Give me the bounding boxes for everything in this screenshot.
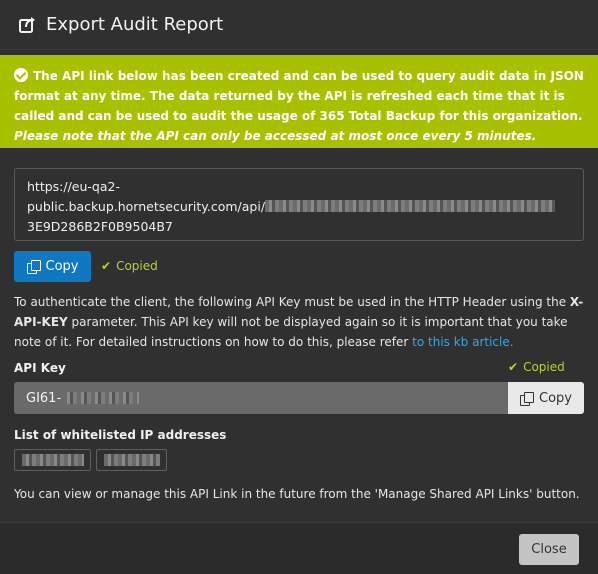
redacted-ip-block — [103, 454, 160, 466]
share-export-icon — [19, 16, 35, 33]
copy-api-link-label: Copy — [45, 259, 79, 274]
copy-icon — [520, 391, 534, 406]
redacted-key-block — [63, 392, 140, 404]
checkmark-icon: ✔ — [101, 259, 112, 273]
api-link-line-2-prefix: public.backup.hornetsecurity.com/api/ — [27, 199, 266, 214]
checkmark-icon: ✔ — [508, 360, 519, 374]
success-alert: The API link below has been created and … — [0, 55, 598, 148]
redacted-token-block — [265, 200, 556, 212]
alert-text-italic: Please note that the API can only be acc… — [14, 129, 537, 143]
whitelist-label: List of whitelisted IP addresses — [14, 428, 227, 442]
ip-address-tag — [96, 449, 167, 471]
api-key-copied-indicator: ✔ Copied — [508, 360, 565, 374]
api-link-line-3: 3E9D286B2F0B9504B7 — [27, 219, 173, 234]
api-key-copied-label: Copied — [523, 360, 565, 374]
dialog-header: Export Audit Report — [0, 0, 598, 50]
copy-api-link-button[interactable]: Copy — [14, 251, 91, 282]
kb-article-link[interactable]: to this kb article. — [412, 335, 513, 349]
copy-icon — [26, 260, 41, 274]
alert-text-bold: The API link below has been created and … — [14, 69, 584, 123]
close-button[interactable]: Close — [519, 534, 579, 565]
dialog-title: Export Audit Report — [46, 14, 224, 35]
api-link-copied-label: Copied — [116, 259, 158, 273]
api-link-line-1: https://eu-qa2- — [27, 179, 120, 194]
copy-api-key-label: Copy — [539, 390, 572, 406]
export-audit-report-dialog: Export Audit Report The API link below h… — [0, 0, 598, 574]
authentication-instructions: To authenticate the client, the followin… — [14, 292, 584, 352]
redacted-ip-block — [21, 454, 84, 466]
alert-text: The API link below has been created and … — [14, 66, 584, 146]
copy-api-key-button[interactable]: Copy — [508, 382, 584, 414]
api-link-line-2: public.backup.hornetsecurity.com/api/ — [27, 197, 571, 217]
instructions-text-a: To authenticate the client, the followin… — [14, 295, 570, 309]
check-circle-icon — [14, 68, 28, 82]
api-link-copied-indicator: ✔ Copied — [101, 259, 158, 273]
api-key-field[interactable]: GI61- — [14, 382, 508, 414]
api-key-label: API Key — [14, 361, 66, 375]
api-link-textbox[interactable]: https://eu-qa2- public.backup.hornetsecu… — [14, 168, 584, 241]
ip-address-tag — [14, 449, 91, 471]
dialog-footer — [0, 522, 598, 574]
api-key-value-prefix: GI61- — [26, 390, 62, 406]
manage-api-links-text: You can view or manage this API Link in … — [14, 487, 580, 501]
